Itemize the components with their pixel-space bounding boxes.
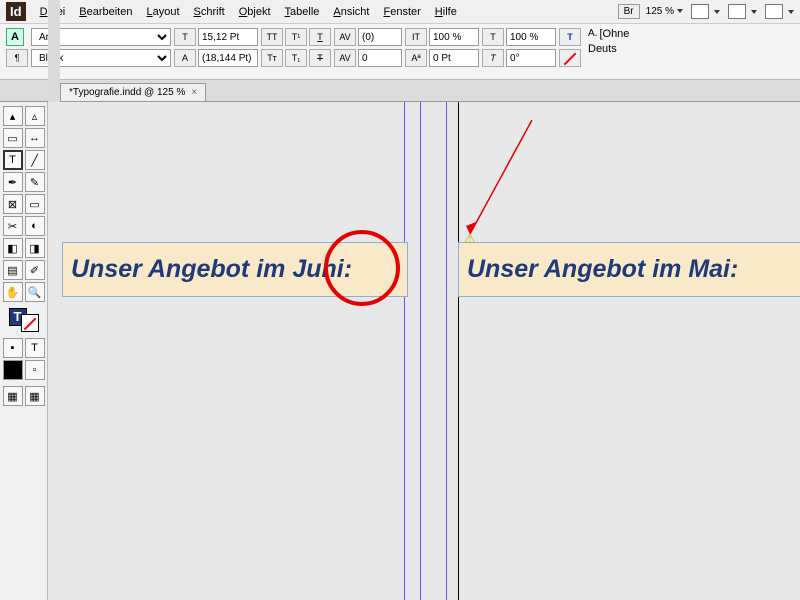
spine-guide-right [446, 102, 447, 600]
gap-tool[interactable]: ↔ [25, 128, 45, 148]
preview-button[interactable]: ▦ [25, 386, 45, 406]
pen-tool[interactable]: ✒ [3, 172, 23, 192]
vscale-icon: IT [405, 28, 427, 46]
formatting-text-button[interactable]: T [25, 338, 45, 358]
document-tab-bar: *Typografie.indd @ 125 % × [0, 80, 800, 102]
tracking-input[interactable] [358, 49, 402, 67]
stroke-color-button[interactable] [559, 49, 581, 67]
view-mode-icon[interactable] [691, 4, 709, 19]
apply-none-button[interactable]: ▫ [25, 360, 45, 380]
underline-button[interactable]: T [309, 28, 331, 46]
free-transform-tool[interactable]: ◐ [25, 216, 45, 236]
page-edge-right [458, 102, 459, 600]
pencil-tool[interactable]: ✎ [25, 172, 45, 192]
subscript-button[interactable]: T₁ [285, 49, 307, 67]
kerning-input[interactable] [358, 28, 402, 46]
hand-tool[interactable]: ✋ [3, 282, 23, 302]
menu-tabelle[interactable]: Tabelle [279, 3, 326, 21]
font-size-icon: T [174, 28, 196, 46]
zoom-tool[interactable]: 🔍 [25, 282, 45, 302]
selection-tool[interactable]: ▴ [3, 106, 23, 126]
menu-objekt[interactable]: Objekt [233, 3, 277, 21]
menu-hilfe[interactable]: Hilfe [429, 3, 463, 21]
superscript-button[interactable]: T¹ [285, 28, 307, 46]
tools-panel: ▴▵ ▭↔ T╱ ✒✎ ⊠▭ ✂◐ ◧◨ ▤✐ ✋🔍 T ▪T ▫ ▦▦ [0, 102, 48, 600]
character-mode-button[interactable]: A [6, 28, 24, 46]
baseline-input[interactable] [429, 49, 479, 67]
spine-guide-left [420, 102, 421, 600]
hscale-input[interactable] [506, 28, 556, 46]
strikethrough-button[interactable]: T [309, 49, 331, 67]
normal-view-button[interactable]: ▦ [3, 386, 23, 406]
apply-color-button[interactable]: ▪ [3, 338, 23, 358]
gradient-feather-tool[interactable]: ◨ [25, 238, 45, 258]
menu-fenster[interactable]: Fenster [377, 3, 426, 21]
vscale-input[interactable] [429, 28, 479, 46]
fill-color-button[interactable]: T [559, 28, 581, 46]
menu-ansicht[interactable]: Ansicht [327, 3, 375, 21]
font-size-input[interactable] [198, 28, 258, 46]
menu-bar: Id DDateiatei Bearbeiten Layout Schrift … [0, 0, 800, 24]
eyedropper-tool[interactable]: ✐ [25, 260, 45, 280]
rectangle-tool[interactable]: ▭ [25, 194, 45, 214]
page-tool[interactable]: ▭ [3, 128, 23, 148]
kerning-icon: AV [334, 28, 356, 46]
annotation-circle [324, 230, 400, 306]
type-tool[interactable]: T [3, 150, 23, 170]
menu-layout[interactable]: Layout [140, 3, 185, 21]
control-panel: A ¶ Arial Black T A TT T¹ T Tᴛ T₁ T AV A… [0, 24, 800, 80]
leading-input[interactable] [198, 49, 258, 67]
line-tool[interactable]: ╱ [25, 150, 45, 170]
arrange-icon[interactable] [765, 4, 783, 19]
rectangle-frame-tool[interactable]: ⊠ [3, 194, 23, 214]
text-frame-right[interactable]: Unser Angebot im Mai: [458, 242, 800, 297]
tracking-icon: AV [334, 49, 356, 67]
close-tab-icon[interactable]: × [191, 87, 197, 98]
zoom-level[interactable]: 125 % [646, 6, 683, 17]
warning-icon [464, 231, 478, 245]
document-canvas[interactable]: Unser Angebot im Juni: Unser Angebot im … [48, 102, 800, 600]
fill-stroke-swatch[interactable]: T [9, 308, 39, 332]
direct-selection-tool[interactable]: ▵ [25, 106, 45, 126]
skew-input[interactable] [506, 49, 556, 67]
language-value[interactable]: Deuts [588, 43, 617, 55]
annotation-arrow [458, 116, 538, 246]
allcaps-button[interactable]: TT [261, 28, 283, 46]
gradient-swatch-tool[interactable]: ◧ [3, 238, 23, 258]
smallcaps-button[interactable]: Tᴛ [261, 49, 283, 67]
menu-bearbeiten[interactable]: Bearbeiten [73, 3, 138, 21]
note-tool[interactable]: ▤ [3, 260, 23, 280]
paragraph-mode-button[interactable]: ¶ [6, 49, 28, 67]
charstyle-label: A. [588, 28, 597, 40]
main-area: ▴▵ ▭↔ T╱ ✒✎ ⊠▭ ✂◐ ◧◨ ▤✐ ✋🔍 T ▪T ▫ ▦▦ Uns… [0, 102, 800, 600]
scissors-tool[interactable]: ✂ [3, 216, 23, 236]
skew-icon: T [482, 49, 504, 67]
leading-icon: A [174, 49, 196, 67]
app-logo: Id [6, 2, 26, 21]
menu-schrift[interactable]: Schrift [188, 3, 231, 21]
hscale-icon: T [482, 28, 504, 46]
bridge-button[interactable]: Br [618, 4, 640, 19]
charstyle-value[interactable]: [Ohne [599, 28, 629, 40]
page-margin-guide [404, 102, 405, 600]
screen-mode-icon[interactable] [728, 4, 746, 19]
default-fill-button[interactable] [3, 360, 23, 380]
tab-title: *Typografie.indd @ 125 % [69, 87, 185, 98]
document-tab[interactable]: *Typografie.indd @ 125 % × [60, 83, 206, 101]
baseline-icon: Aª [405, 49, 427, 67]
